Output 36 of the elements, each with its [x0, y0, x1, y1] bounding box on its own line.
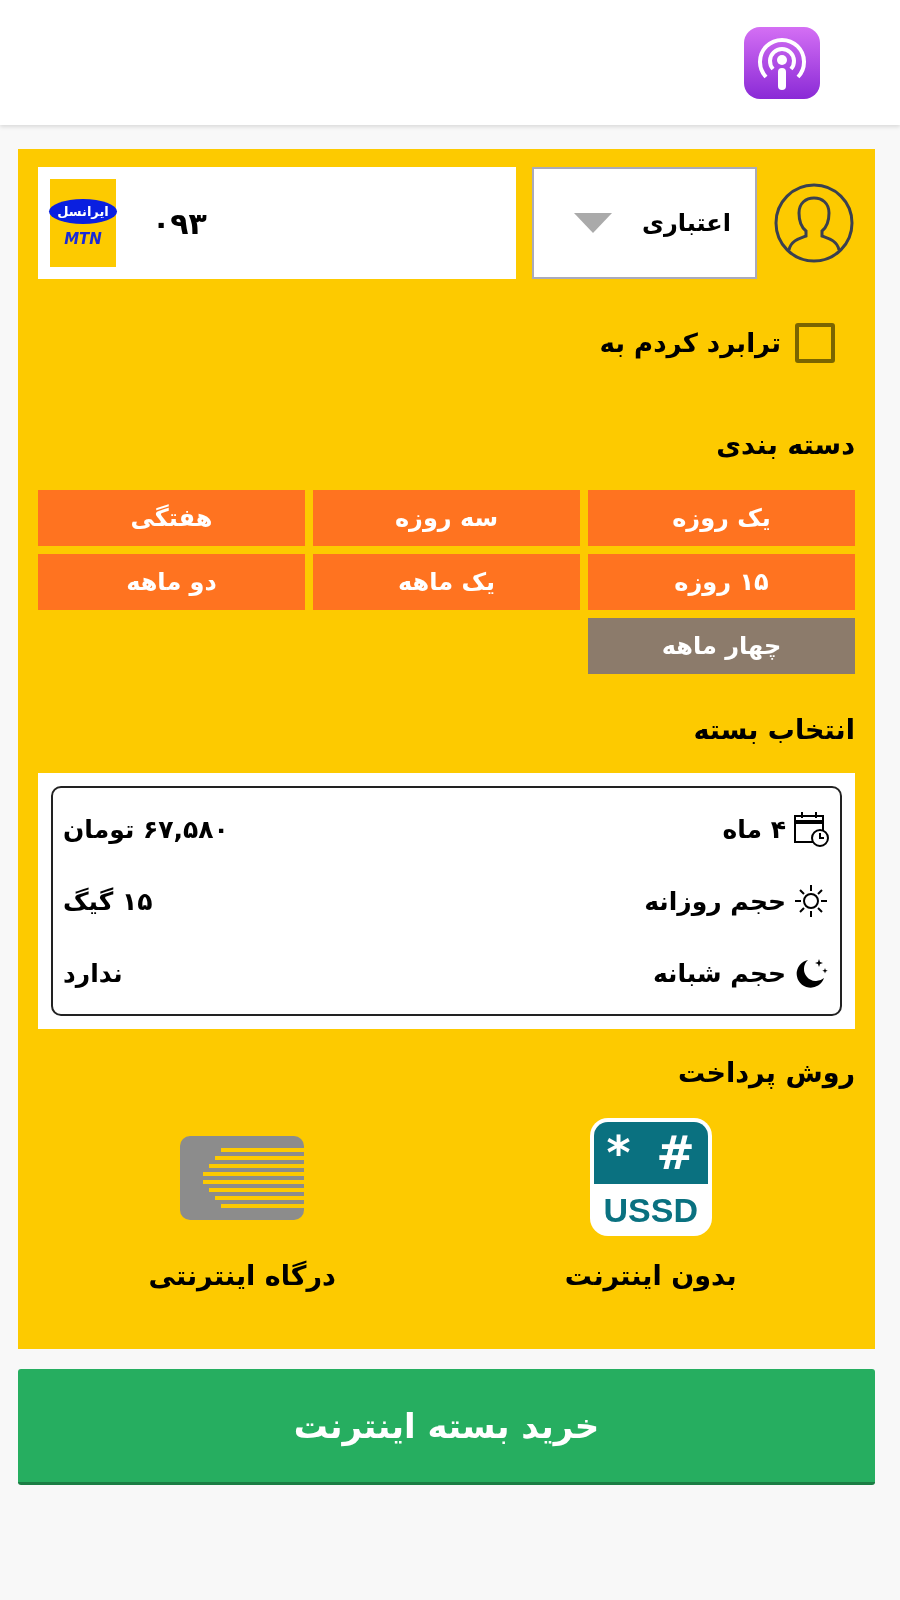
logo-symbol: # — [656, 1126, 695, 1180]
category-button[interactable]: دو ماهه — [38, 554, 305, 610]
package-value: ۶۷,۵۸۰ تومان — [63, 814, 229, 844]
payment-label[interactable]: درگاه اینترنتی — [148, 1260, 336, 1291]
calendar-clock-icon — [792, 810, 830, 848]
checkbox-label: ترابرد کردم به — [599, 328, 781, 358]
podcast-app-icon[interactable] — [744, 26, 820, 99]
package-card[interactable]: ۴ ماه ۶۷,۵۸۰ تومان حجم روزانه ۱۵ گیگ حجم شبانه ندارد — [51, 786, 842, 1016]
caret-icon — [574, 213, 612, 233]
section-title: انتخاب بسته — [692, 714, 855, 745]
sun-icon — [792, 882, 830, 920]
payment-label[interactable]: بدون اینترنت — [564, 1260, 737, 1291]
phone-number: ۰۹۳ — [152, 205, 207, 241]
package-label: حجم روزانه — [644, 886, 786, 916]
card-icon[interactable] — [180, 1136, 305, 1220]
user-icon — [773, 182, 855, 264]
package-label: ۴ ماه — [722, 814, 786, 844]
checkbox[interactable] — [795, 323, 835, 363]
category-button[interactable]: یک روزه — [588, 490, 855, 546]
package-value: ندارد — [63, 958, 123, 988]
package-value: ۱۵ گیگ — [63, 886, 153, 916]
buy-button[interactable]: خرید بسته اینترنت — [18, 1369, 875, 1485]
section-title: دسته بندی — [715, 429, 855, 460]
category-button[interactable]: چهار ماهه — [588, 618, 855, 674]
category-button[interactable]: یک ماهه — [313, 554, 580, 610]
logo-symbol: * — [606, 1126, 631, 1180]
category-button[interactable]: سه روزه — [313, 490, 580, 546]
sim-type-dropdown[interactable]: اعتباری — [532, 167, 757, 279]
category-button[interactable]: هفتگی — [38, 490, 305, 546]
logo-text: USSD — [602, 1189, 699, 1231]
logo-text: MTN — [64, 229, 102, 248]
category-button[interactable]: ۱۵ روزه — [588, 554, 855, 610]
ussd-logo[interactable]: # * USSD — [589, 1118, 712, 1236]
logo-text: ایرانسل — [49, 198, 117, 224]
package-label: حجم شبانه — [652, 958, 786, 988]
section-title: روش پرداخت — [676, 1057, 855, 1088]
